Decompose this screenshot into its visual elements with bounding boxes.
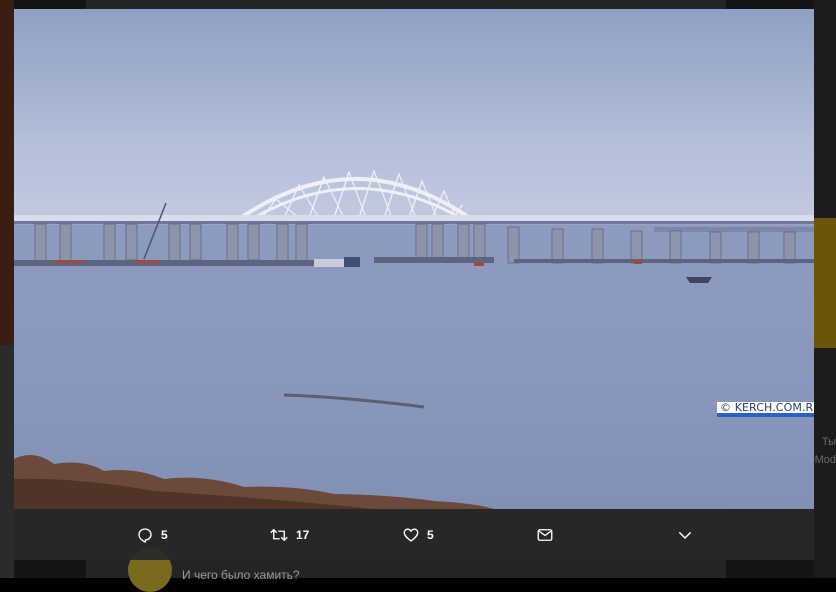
bridge-photo-image xyxy=(14,9,814,509)
like-count: 5 xyxy=(427,528,434,542)
sidebar-text: Mod xyxy=(814,454,836,466)
more-button[interactable] xyxy=(676,525,694,545)
retweet-count: 17 xyxy=(296,528,310,542)
tweet-action-bar: 5 17 5 xyxy=(14,509,814,560)
backdrop-right-accent xyxy=(814,218,836,348)
reply-count: 5 xyxy=(161,528,168,542)
backdrop-left-strip xyxy=(0,0,14,345)
heart-icon xyxy=(403,528,419,542)
reply-button[interactable]: 5 xyxy=(136,525,168,545)
chevron-down-icon xyxy=(679,532,691,539)
watermark: © KERCH.COM.RU xyxy=(717,402,814,417)
reply-bubble-icon xyxy=(138,528,152,543)
tweet-photo[interactable]: © KERCH.COM.RU xyxy=(14,9,814,509)
retweet-icon xyxy=(270,528,288,542)
envelope-icon xyxy=(537,529,553,541)
reply-text: И чего было хамить? xyxy=(182,568,300,582)
backdrop-left-strip-lower xyxy=(0,345,14,578)
like-button[interactable]: 5 xyxy=(402,525,434,545)
retweet-button[interactable]: 17 xyxy=(269,525,309,545)
sidebar-text: Ты xyxy=(821,436,836,448)
direct-message-button[interactable] xyxy=(536,525,554,545)
